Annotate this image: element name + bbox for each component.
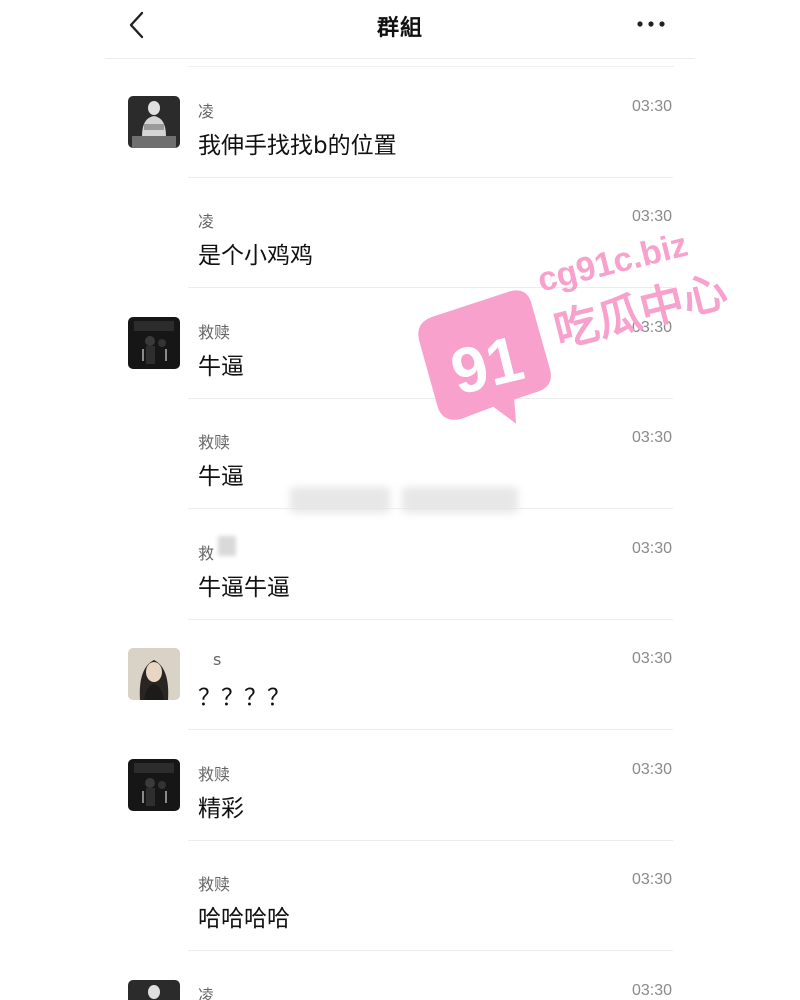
- message-time: 03:30: [631, 650, 672, 667]
- page-title: 群組: [376, 16, 423, 41]
- message-text: 哈哈哈哈: [198, 906, 290, 932]
- message-time: 03:30: [631, 98, 672, 115]
- message-row[interactable]: 救赎 03:30 哈哈哈哈: [105, 841, 695, 951]
- statue-avatar: [128, 980, 180, 1000]
- girl-avatar: [128, 648, 180, 700]
- message-time: 03:30: [631, 871, 672, 888]
- message-row[interactable]: 凌 03:30: [105, 952, 695, 1000]
- message-text: ？？？？: [198, 685, 290, 711]
- message-row[interactable]: 救赎 03:30 牛逼: [105, 399, 695, 509]
- message-time: 03:30: [631, 208, 672, 225]
- avatar[interactable]: [128, 980, 180, 1000]
- divider: [188, 950, 673, 951]
- message-text: 是个小鸡鸡: [198, 243, 313, 269]
- message-text: 我伸手找找b的位置: [198, 133, 397, 159]
- redacted-name: [218, 536, 236, 556]
- avatar[interactable]: [128, 759, 180, 811]
- statue-avatar: [128, 96, 180, 148]
- message-row[interactable]: 救 03:30 牛逼牛逼: [105, 510, 695, 620]
- message-row[interactable]: 救赎 03:30 精彩: [105, 731, 695, 841]
- avatar[interactable]: [128, 317, 180, 369]
- sender-name: 救赎: [198, 323, 231, 342]
- divider: [188, 287, 673, 288]
- sender-name: 救赎: [198, 875, 231, 894]
- avatar[interactable]: [128, 96, 180, 148]
- nav-bar: 群組: [105, 0, 695, 59]
- message-time: 03:30: [631, 319, 672, 336]
- message-text: 精彩: [198, 796, 244, 822]
- sender-name: 救赎: [198, 765, 231, 784]
- message-row[interactable]: 凌 03:30 我伸手找找b的位置: [105, 68, 695, 178]
- dark-room-avatar: [128, 317, 180, 369]
- avatar[interactable]: [128, 648, 180, 700]
- sender-name: 凌: [198, 102, 215, 121]
- message-row[interactable]: 凌 03:30 是个小鸡鸡: [105, 178, 695, 288]
- sender-name: s: [213, 650, 222, 669]
- sender-name: 凌: [198, 212, 215, 231]
- more-button[interactable]: [635, 14, 669, 34]
- more-horizontal-icon: [637, 21, 665, 27]
- message-time: 03:30: [631, 761, 672, 778]
- divider: [188, 729, 673, 730]
- sender-name: 救赎: [198, 433, 231, 452]
- sender-name: 救: [198, 544, 215, 563]
- message-text: 牛逼: [198, 354, 244, 380]
- message-row[interactable]: s 03:30 ？？？？: [105, 620, 695, 730]
- divider: [188, 66, 674, 67]
- message-row[interactable]: 救赎 03:30 牛逼: [105, 289, 695, 399]
- message-text: 牛逼: [198, 464, 244, 490]
- dark-room-avatar: [128, 759, 180, 811]
- sender-name: 凌: [198, 986, 215, 1000]
- message-text: 牛逼牛逼: [198, 575, 290, 601]
- message-time: 03:30: [631, 540, 672, 557]
- message-time: 03:30: [631, 982, 672, 999]
- message-time: 03:30: [631, 429, 672, 446]
